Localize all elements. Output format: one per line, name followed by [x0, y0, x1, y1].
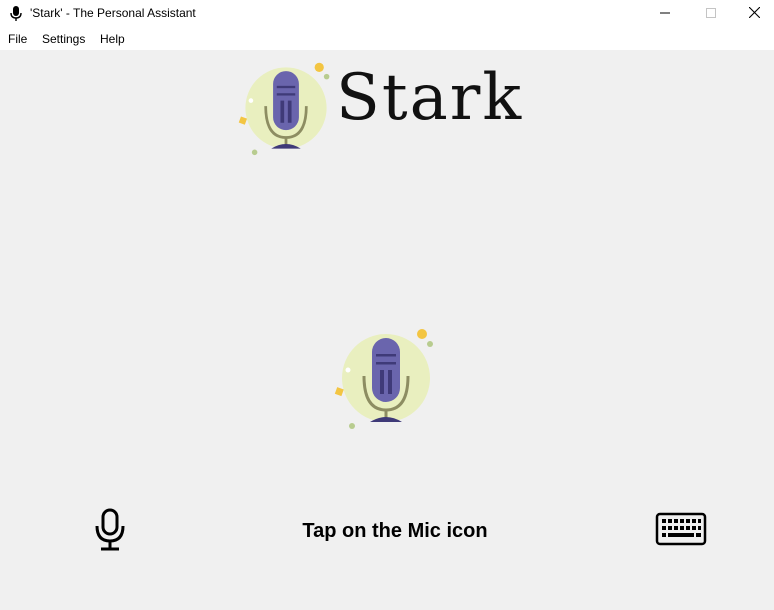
window-title: 'Stark' - The Personal Assistant [30, 6, 196, 20]
keyboard-button[interactable] [655, 512, 707, 546]
microphone-icon [9, 6, 23, 22]
menu-bar: File Settings Help [0, 28, 774, 50]
menu-settings[interactable]: Settings [42, 32, 85, 46]
app-name-logo: Stark [336, 61, 524, 135]
stark-microphone-center-icon[interactable] [334, 326, 438, 430]
minimize-icon [660, 5, 670, 23]
stark-microphone-logo-icon [238, 60, 334, 156]
maximize-button[interactable] [688, 0, 734, 28]
keyboard-icon [655, 512, 707, 546]
title-bar: 'Stark' - The Personal Assistant [0, 0, 774, 28]
microphone-button[interactable] [92, 508, 128, 552]
status-text: Tap on the Mic icon [302, 520, 488, 542]
menu-file[interactable]: File [8, 32, 27, 46]
minimize-button[interactable] [642, 0, 688, 28]
menu-help[interactable]: Help [100, 32, 125, 46]
microphone-icon [95, 508, 125, 551]
maximize-icon [706, 5, 716, 23]
main-content: Stark Tap on the Mic icon [0, 50, 774, 610]
close-icon [748, 5, 760, 23]
close-button[interactable] [734, 0, 774, 28]
